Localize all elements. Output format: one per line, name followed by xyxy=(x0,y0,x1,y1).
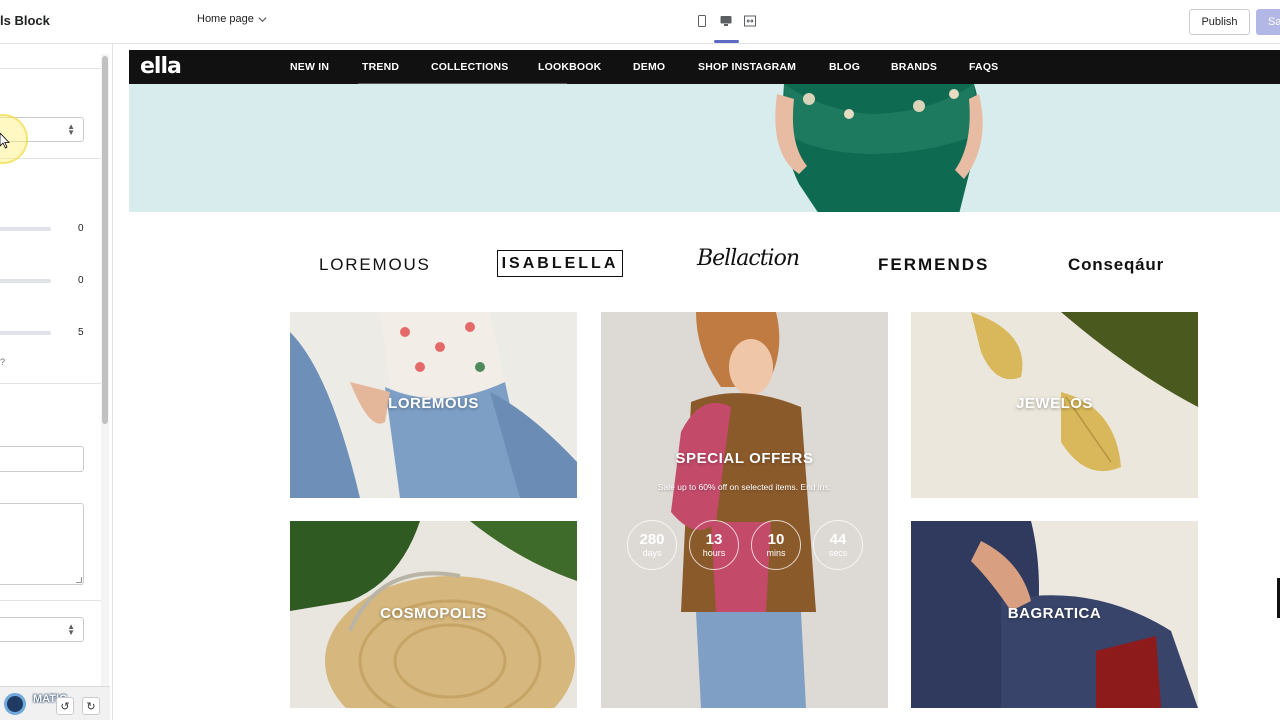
page-selector[interactable]: Home page xyxy=(197,13,267,25)
textarea-input[interactable] xyxy=(0,503,84,585)
collection-tile-cosmopolis[interactable]: COSMOPOLIS xyxy=(290,521,577,708)
collection-tile-bagratica[interactable]: BAGRATICA xyxy=(911,521,1198,708)
countdown-number: 280 xyxy=(639,530,665,548)
collection-tile-loremous[interactable]: LOREMOUS xyxy=(290,312,577,498)
hero-model-image xyxy=(775,84,983,212)
special-offers-banner[interactable]: SPECIAL OFFERS Sale up to 60% off on sel… xyxy=(601,312,888,708)
nav-item-blog[interactable]: BLOG xyxy=(829,61,860,73)
countdown-hours: 13 hours xyxy=(689,520,739,570)
save-button[interactable]: Sa xyxy=(1256,9,1280,35)
full-width-icon[interactable] xyxy=(742,12,758,30)
slider-2[interactable] xyxy=(0,279,51,283)
slider-1-value: 0 xyxy=(78,223,84,234)
brand-logo-consequaur[interactable]: Conseqáur xyxy=(1068,255,1164,275)
editor-topbar: ls Block Home page Publish Sa xyxy=(0,0,1280,44)
countdown-unit: hours xyxy=(702,547,726,558)
nav-item-lookbook[interactable]: LOOKBOOK xyxy=(538,61,601,73)
nav-item-new-in[interactable]: NEW IN xyxy=(290,61,329,73)
collection-tile-jewelos[interactable]: JEWELOS xyxy=(911,312,1198,498)
nav-item-shop-instagram[interactable]: SHOP INSTAGRAM xyxy=(698,61,796,73)
resize-grip-icon[interactable] xyxy=(76,577,82,583)
mobile-icon[interactable] xyxy=(694,12,710,30)
countdown-unit: secs xyxy=(828,547,848,558)
countdown-number: 10 xyxy=(767,530,785,548)
hero-banner[interactable] xyxy=(129,84,1280,212)
sidebar-scrollbar[interactable]: ▼ xyxy=(101,54,109,696)
store-preview: ella NEW IN TREND COLLECTIONS LOOKBOOK D… xyxy=(129,50,1280,720)
select-caret-icon: ▲ ▼ xyxy=(67,622,75,637)
nav-item-collections[interactable]: COLLECTIONS xyxy=(431,61,508,73)
slider-3[interactable] xyxy=(0,331,51,335)
undo-icon[interactable]: ↺ xyxy=(56,697,74,715)
panel-title: ls Block xyxy=(0,13,50,28)
nav-item-demo[interactable]: DEMO xyxy=(633,61,665,73)
nav-item-trend[interactable]: TREND xyxy=(362,61,399,73)
active-device-indicator xyxy=(714,40,739,43)
brand-logo-loremous[interactable]: LOREMOUS xyxy=(319,255,431,275)
device-toggle xyxy=(694,12,758,30)
countdown-days: 280 days xyxy=(627,520,677,570)
tile-label: JEWELOS xyxy=(1016,395,1093,412)
style-select[interactable]: ▲ ▼ xyxy=(0,617,84,642)
mouse-cursor-icon xyxy=(0,133,10,149)
nav-item-brands[interactable]: BRANDS xyxy=(891,61,937,73)
countdown-secs: 44 secs xyxy=(813,520,863,570)
scrollbar-thumb[interactable] xyxy=(102,56,108,424)
countdown-unit: days xyxy=(642,547,662,558)
slider-2-value: 0 xyxy=(78,275,84,286)
panel-divider xyxy=(0,158,101,159)
settings-panel: ▲▼ 0 0 5 ? ▲▼ ▼ MATIC ↺ ↻ xyxy=(0,44,113,720)
brand-logo-fermends[interactable]: FERMENDS xyxy=(878,255,989,275)
slider-1[interactable] xyxy=(0,227,51,231)
panel-divider xyxy=(0,600,101,601)
screen-recorder-bar: MATIC ↺ ↻ xyxy=(0,686,110,720)
countdown-timer: 280 days 13 hours 10 mins 44 secs xyxy=(627,520,863,570)
tile-label: BAGRATICA xyxy=(1007,605,1102,622)
chevron-down-icon xyxy=(258,16,267,22)
tile-label: COSMOPOLIS xyxy=(380,605,487,622)
publish-button[interactable]: Publish xyxy=(1189,9,1250,35)
redo-icon[interactable]: ↻ xyxy=(82,697,100,715)
text-input[interactable] xyxy=(0,446,84,472)
tile-label: LOREMOUS xyxy=(388,395,479,412)
slider-3-value: 5 xyxy=(78,327,84,338)
countdown-mins: 10 mins xyxy=(751,520,801,570)
page-selector-label: Home page xyxy=(197,13,254,25)
desktop-icon[interactable] xyxy=(718,12,734,30)
countdown-number: 44 xyxy=(829,530,847,548)
nav-item-faqs[interactable]: FAQS xyxy=(969,61,998,73)
panel-divider xyxy=(0,68,101,69)
countdown-unit: mins xyxy=(766,547,786,558)
help-question-mark: ? xyxy=(0,357,6,367)
countdown-number: 13 xyxy=(705,530,723,548)
store-logo[interactable]: ella xyxy=(140,54,182,79)
offer-model-image xyxy=(601,312,888,708)
layout-select[interactable]: ▲ ▼ xyxy=(0,117,84,142)
brand-logo-isablella[interactable]: ISABLELLA xyxy=(497,250,623,277)
recorder-logo-icon[interactable] xyxy=(4,693,26,715)
offer-title: SPECIAL OFFERS xyxy=(675,450,814,467)
offer-subtitle: Sale up to 60% off on selected items. En… xyxy=(657,482,832,492)
select-caret-icon: ▲ ▼ xyxy=(67,122,75,137)
panel-divider xyxy=(0,383,101,384)
store-navbar: ella NEW IN TREND COLLECTIONS LOOKBOOK D… xyxy=(129,50,1280,84)
brand-logo-script[interactable]: Bellaction xyxy=(697,246,800,271)
